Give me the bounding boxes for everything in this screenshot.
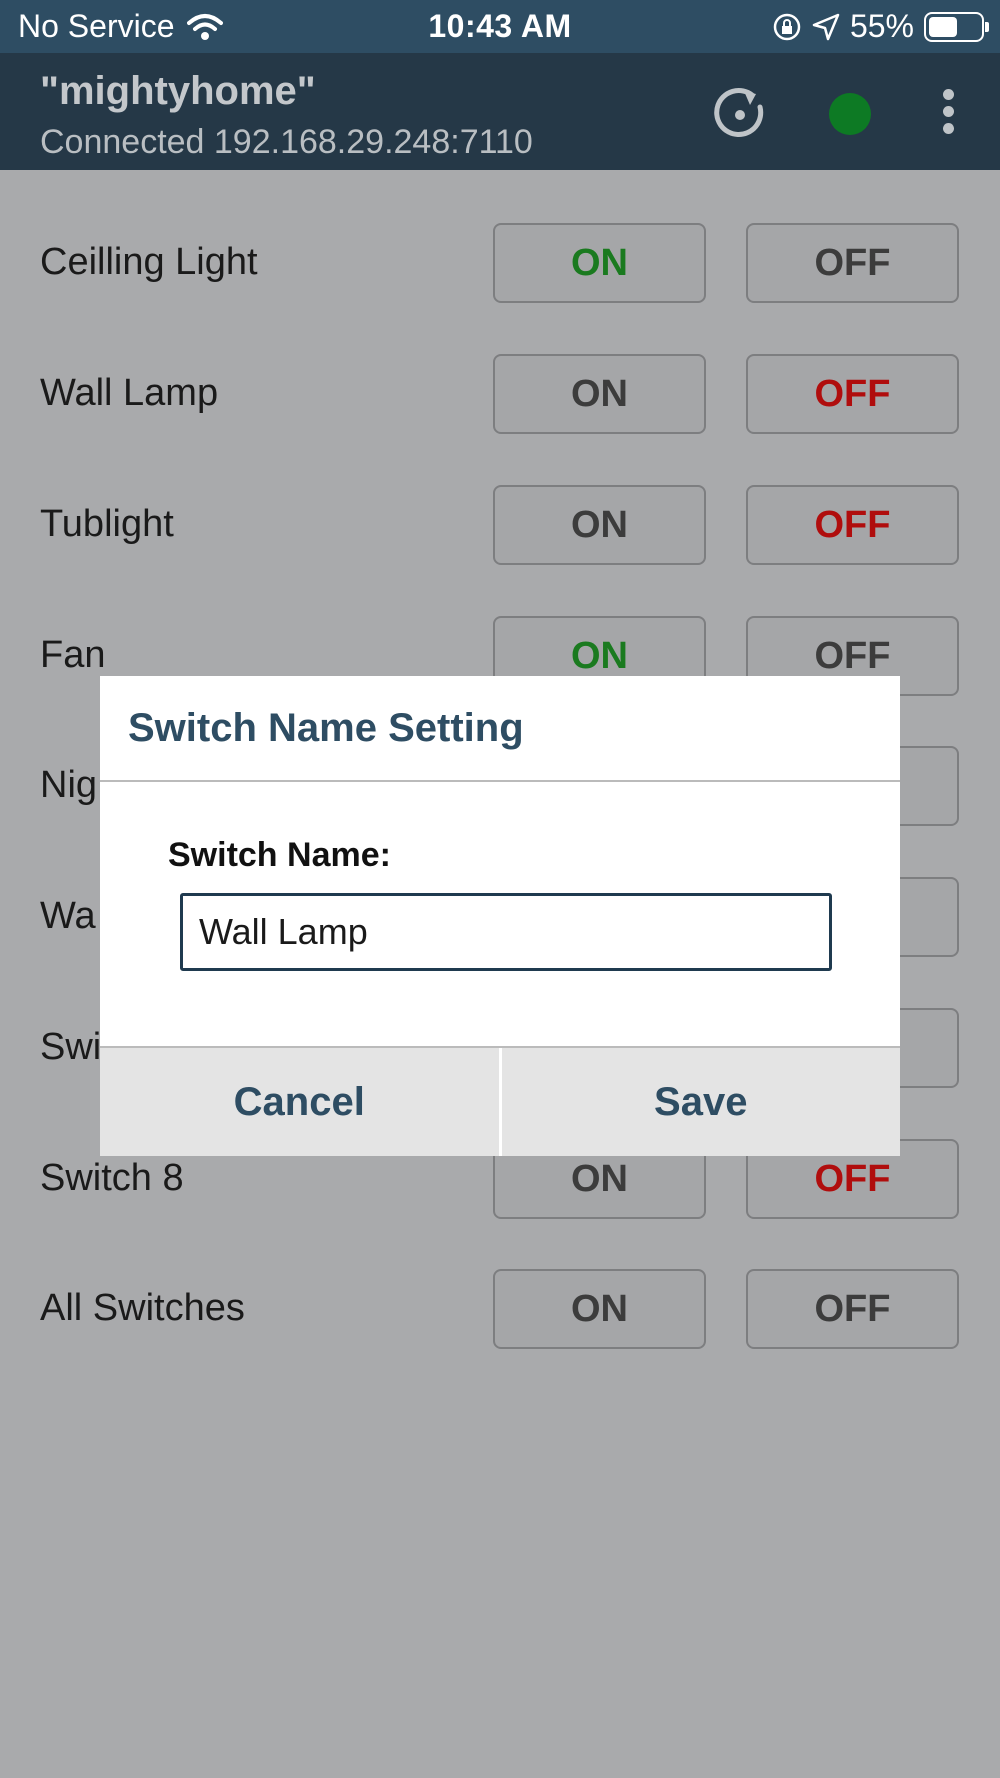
cancel-button[interactable]: Cancel [100,1048,499,1156]
orientation-lock-icon [773,13,801,40]
off-button[interactable]: OFF [746,354,959,434]
status-bar: No Service 10:43 AM 55% [0,0,1000,53]
location-arrow-icon [812,13,840,40]
off-button[interactable]: OFF [746,223,959,303]
status-bar-right: 55% [762,8,989,45]
off-button[interactable]: OFF [746,1269,959,1349]
battery-percent: 55% [849,8,914,44]
battery-level-fill [929,16,957,37]
switch-name-label: Switch Name: [168,836,391,874]
dialog-divider [100,780,900,782]
device-title: "mightyhome" [40,69,316,113]
switch-name: All Switches [40,1287,245,1329]
switch-name: Wa [40,895,96,937]
more-vert-icon[interactable] [940,89,956,139]
battery-icon [924,11,989,42]
connection-status-icon [829,93,871,135]
app-bar: "mightyhome" Connected 192.168.29.248:71… [0,53,1000,170]
switch-row: Ceilling Light ON OFF [0,223,1000,303]
dialog-title: Switch Name Setting [128,706,524,750]
switch-row: All Switches ON OFF [0,1269,1000,1349]
switch-name-input[interactable] [180,893,832,971]
connection-subtitle: Connected 192.168.29.248:7110 [40,123,533,161]
switch-name: Switch 8 [40,1157,184,1199]
switch-name-dialog: Switch Name Setting Switch Name: Cancel … [100,676,900,1156]
on-button[interactable]: ON [493,1269,706,1349]
switch-name: Tublight [40,503,174,545]
switch-name: Fan [40,634,106,676]
on-button[interactable]: ON [493,223,706,303]
on-button[interactable]: ON [493,354,706,434]
switch-name: Nig [40,764,98,806]
switch-row: Tublight ON OFF [0,485,1000,565]
switch-name: Wall Lamp [40,372,219,414]
switch-name: Swi [40,1026,102,1068]
switch-row: Wall Lamp ON OFF [0,354,1000,434]
dialog-actions: Cancel Save [100,1048,900,1156]
on-button[interactable]: ON [493,485,706,565]
save-button[interactable]: Save [501,1048,900,1156]
switch-name: Ceilling Light [40,241,258,283]
refresh-icon[interactable] [712,85,768,141]
off-button[interactable]: OFF [746,485,959,565]
